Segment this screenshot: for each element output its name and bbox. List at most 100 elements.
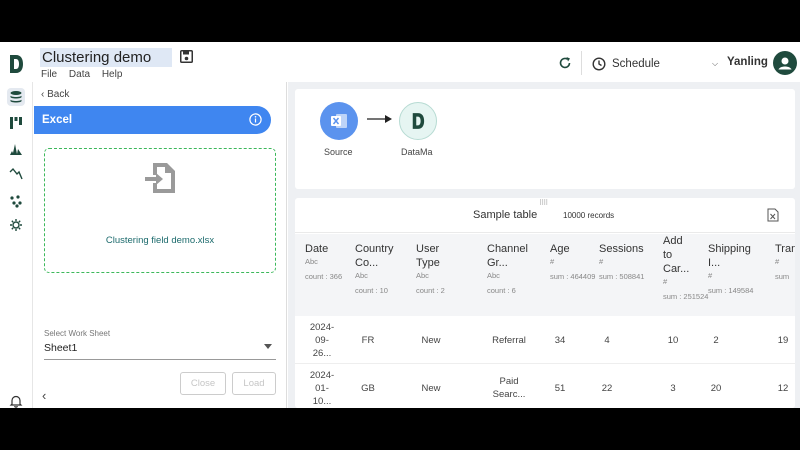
column-type: # <box>550 257 555 266</box>
cell-line: 4 <box>604 334 610 346</box>
column-name: Car... <box>663 263 690 275</box>
column-header[interactable]: User Type Abc count : 2 <box>416 242 445 296</box>
column-name: Age <box>550 243 570 255</box>
cell-line: 26... <box>312 347 332 359</box>
table-cell: 20 <box>686 382 746 395</box>
cell-line: GB <box>361 382 375 394</box>
column-stat: sum : 149584 <box>708 286 754 295</box>
rail-settings[interactable] <box>7 216 25 234</box>
save-icon[interactable] <box>180 50 193 63</box>
table-cell: GB <box>338 382 398 395</box>
rail-clustering[interactable] <box>7 192 25 210</box>
chevron-down-icon[interactable]: ⌵ <box>712 59 718 69</box>
column-header[interactable]: Age # sum : 464409 <box>550 242 595 282</box>
column-name: User <box>416 243 440 255</box>
source-type-label: Excel <box>42 114 73 126</box>
worksheet-select[interactable]: Sheet1 <box>44 340 276 360</box>
load-button[interactable]: Load <box>232 372 276 395</box>
avatar[interactable] <box>773 51 797 75</box>
menu-data[interactable]: Data <box>69 69 90 80</box>
schedule-button[interactable]: Schedule <box>592 55 660 72</box>
column-header[interactable]: Add to Car... # sum : 251524 <box>663 234 708 302</box>
info-icon[interactable] <box>249 113 262 126</box>
histogram-icon <box>10 144 22 155</box>
column-stat: count : 10 <box>355 286 388 295</box>
rail-data-sources[interactable] <box>7 88 25 106</box>
cell-line: New <box>421 334 441 346</box>
source-type-header: Excel <box>34 106 271 134</box>
cell-line: 20 <box>710 382 722 394</box>
column-name: to <box>663 249 673 261</box>
column-stat: sum : 508841 <box>599 272 645 281</box>
resize-grip-icon[interactable]: ⠿⠿ <box>539 199 548 207</box>
file-import-icon <box>145 163 175 193</box>
app-window: Clustering demo File Data Help Schedule … <box>0 42 800 408</box>
refresh-icon[interactable] <box>558 56 572 70</box>
icon-rail <box>0 82 33 408</box>
menu-help[interactable]: Help <box>102 69 123 80</box>
column-type: # <box>708 271 713 280</box>
column-header[interactable]: Tran # sum <box>775 242 795 282</box>
user-icon <box>778 57 792 70</box>
column-name: Tran <box>775 243 795 255</box>
column-stat: count : 366 <box>305 272 343 281</box>
user-name[interactable]: Yanling <box>727 56 768 68</box>
column-header[interactable]: Country Co... Abc count : 10 <box>355 242 394 296</box>
export-excel-icon[interactable] <box>767 208 779 222</box>
worksheet-label: Select Work Sheet <box>44 329 111 338</box>
collapse-panel-icon[interactable]: ‹ <box>42 388 46 403</box>
column-header[interactable]: Date Abc count : 366 <box>305 242 342 282</box>
cell-line: 2 <box>713 334 719 346</box>
schedule-label: Schedule <box>612 57 660 70</box>
column-header[interactable]: Shipping I... # sum : 149584 <box>708 242 753 296</box>
uploaded-file-name: Clustering field demo.xlsx <box>105 235 215 246</box>
columns-icon <box>10 117 22 129</box>
column-type: # <box>663 277 668 286</box>
table-cell: 4 <box>577 334 637 347</box>
table-header: Date Abc count : 366 Country Co... Abc count :… <box>295 234 795 316</box>
menu-file[interactable]: File <box>41 69 57 80</box>
column-name: Gr... <box>487 257 508 269</box>
cell-line: 10... <box>312 395 332 407</box>
column-header[interactable]: Channel Gr... Abc count : 6 <box>487 242 528 296</box>
target-node[interactable] <box>399 102 437 140</box>
table-cell: FR <box>338 334 398 347</box>
column-type: Abc <box>416 271 429 280</box>
top-bar: Clustering demo File Data Help Schedule … <box>0 42 800 82</box>
column-header[interactable]: Sessions # sum : 508841 <box>599 242 644 282</box>
column-stat: sum <box>775 272 790 281</box>
column-name: Channel <box>487 243 528 255</box>
cell-line: 19 <box>777 334 789 346</box>
column-stat: count : 6 <box>487 286 516 295</box>
source-node-label: Source <box>324 147 353 157</box>
rail-trend[interactable] <box>7 164 25 182</box>
target-node-label: DataMa <box>401 147 433 157</box>
table-row[interactable]: 2024- 09- 26... FR New Referral 34 4 10 2 19 <box>295 316 795 364</box>
column-name: Shipping <box>708 243 751 255</box>
source-node[interactable] <box>320 102 358 140</box>
table-cell: New <box>401 382 461 395</box>
app-logo-icon[interactable] <box>8 54 24 74</box>
column-name: Add <box>663 235 683 247</box>
column-type: Abc <box>355 271 368 280</box>
column-stat: sum : 251524 <box>663 292 709 301</box>
document-title-input[interactable]: Clustering demo <box>40 48 172 67</box>
rail-distribution[interactable] <box>7 140 25 158</box>
rail-notifications[interactable] <box>7 392 25 408</box>
table-cell: New <box>401 334 461 347</box>
worksheet-value: Sheet1 <box>44 342 78 354</box>
table-row[interactable]: 2024- 01- 10... GB New Paid Searc... 51 22 3 20 12 <box>295 364 795 408</box>
cell-line: 2024- <box>309 369 335 381</box>
bell-icon <box>9 395 23 408</box>
back-button[interactable]: ‹ Back <box>41 89 69 100</box>
file-dropzone[interactable]: Clustering field demo.xlsx <box>44 148 276 273</box>
clock-icon <box>592 56 606 71</box>
close-button[interactable]: Close <box>180 372 226 395</box>
cell-line: New <box>421 382 441 394</box>
table-divider <box>295 232 795 233</box>
column-name: Date <box>305 243 329 255</box>
rail-transform[interactable] <box>7 114 25 132</box>
column-type: # <box>775 257 780 266</box>
cell-line: 2024- <box>309 321 335 333</box>
column-name: Sessions <box>599 243 644 255</box>
